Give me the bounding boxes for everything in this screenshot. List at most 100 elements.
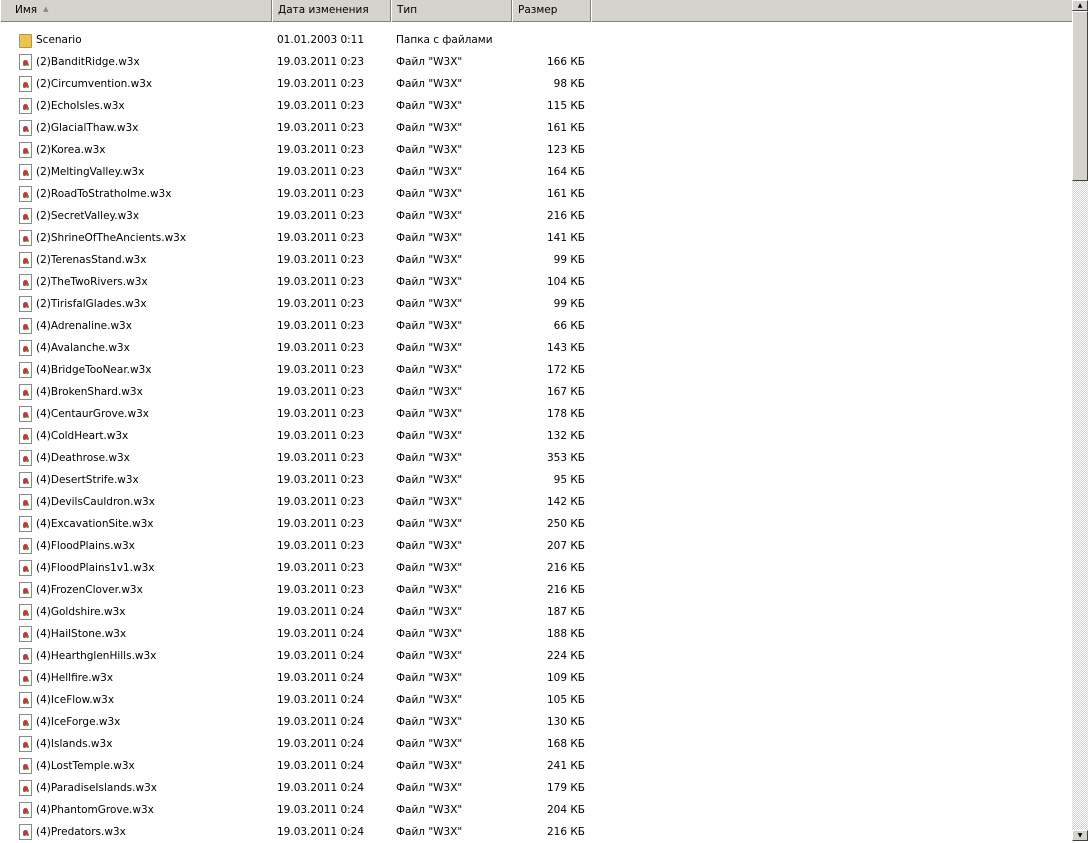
item-name: (4)ColdHeart.w3x — [36, 430, 129, 442]
file-row[interactable]: (4)DevilsCauldron.w3x 19.03.2011 0:23 Файл… — [0, 491, 1072, 513]
file-row[interactable]: (2)TheTwoRivers.w3x 19.03.2011 0:23 Файл "… — [0, 271, 1072, 293]
scroll-down-button[interactable]: ▼ — [1072, 830, 1088, 841]
file-row[interactable]: (2)ShrineOfTheAncients.w3x 19.03.2011 0:2… — [0, 227, 1072, 249]
date-cell: 19.03.2011 0:24 — [277, 650, 365, 662]
date-cell: 19.03.2011 0:24 — [277, 628, 365, 640]
size-cell: 161 КБ — [546, 122, 585, 134]
sort-ascending-icon: ▲ — [43, 5, 49, 13]
column-type-label: Тип — [397, 4, 418, 16]
map-file-icon — [19, 758, 32, 774]
map-file-icon — [19, 186, 32, 202]
map-file-icon — [19, 340, 32, 356]
name-cell: (4)DesertStrife.w3x — [0, 472, 272, 488]
item-name: (4)FloodPlains.w3x — [36, 540, 135, 552]
type-cell: Файл "W3X" — [396, 804, 463, 816]
file-row[interactable]: (4)HailStone.w3x 19.03.2011 0:24 Файл "W3X… — [0, 623, 1072, 645]
file-row[interactable]: (4)Adrenaline.w3x 19.03.2011 0:23 Файл "W3… — [0, 315, 1072, 337]
map-file-icon — [19, 164, 32, 180]
item-name: (4)LostTemple.w3x — [36, 760, 135, 772]
type-cell: Файл "W3X" — [396, 584, 463, 596]
map-file-icon — [19, 626, 32, 642]
map-file-icon — [19, 76, 32, 92]
name-cell: (2)SecretValley.w3x — [0, 208, 272, 224]
name-cell: (4)FloodPlains.w3x — [0, 538, 272, 554]
type-cell: Файл "W3X" — [396, 144, 463, 156]
map-file-icon — [19, 54, 32, 70]
file-row[interactable]: (4)ParadiseIslands.w3x 19.03.2011 0:24 Фай… — [0, 777, 1072, 799]
column-header-size[interactable]: Размер — [512, 0, 591, 22]
date-cell: 19.03.2011 0:23 — [277, 166, 365, 178]
item-name: (2)RoadToStratholme.w3x — [36, 188, 172, 200]
file-row[interactable]: (2)RoadToStratholme.w3x 19.03.2011 0:23 Фа… — [0, 183, 1072, 205]
type-cell: Файл "W3X" — [396, 430, 463, 442]
name-cell: (4)PhantomGrove.w3x — [0, 802, 272, 818]
scrollbar-thumb[interactable] — [1072, 11, 1088, 181]
name-cell: (2)MeltingValley.w3x — [0, 164, 272, 180]
file-row[interactable]: (4)Deathrose.w3x 19.03.2011 0:23 Файл "W3X… — [0, 447, 1072, 469]
file-row[interactable]: (2)BanditRidge.w3x 19.03.2011 0:23 Файл "W… — [0, 51, 1072, 73]
file-row[interactable]: (4)BridgeTooNear.w3x 19.03.2011 0:23 Файл … — [0, 359, 1072, 381]
file-row[interactable]: (2)SecretValley.w3x 19.03.2011 0:23 Файл "… — [0, 205, 1072, 227]
type-cell: Файл "W3X" — [396, 166, 463, 178]
file-row[interactable]: (4)Predators.w3x 19.03.2011 0:24 Файл "W3X… — [0, 821, 1072, 843]
size-cell: 250 КБ — [546, 518, 585, 530]
column-header-date[interactable]: Дата изменения — [272, 0, 391, 22]
file-row[interactable]: (2)GlacialThaw.w3x 19.03.2011 0:23 Файл "W… — [0, 117, 1072, 139]
size-cell: 216 КБ — [546, 562, 585, 574]
file-row[interactable]: (2)EchoIsles.w3x 19.03.2011 0:23 Файл "W3X… — [0, 95, 1072, 117]
file-row[interactable]: (4)Goldshire.w3x 19.03.2011 0:24 Файл "W3X… — [0, 601, 1072, 623]
file-row[interactable]: (2)Circumvention.w3x 19.03.2011 0:23 Файл … — [0, 73, 1072, 95]
item-name: (2)TirisfalGlades.w3x — [36, 298, 147, 310]
file-row[interactable]: (4)FrozenClover.w3x 19.03.2011 0:23 Файл "… — [0, 579, 1072, 601]
file-row[interactable]: (4)DesertStrife.w3x 19.03.2011 0:23 Файл "… — [0, 469, 1072, 491]
date-cell: 19.03.2011 0:24 — [277, 738, 365, 750]
size-cell: 168 КБ — [546, 738, 585, 750]
item-name: (2)ShrineOfTheAncients.w3x — [36, 232, 187, 244]
item-name: (4)Goldshire.w3x — [36, 606, 126, 618]
vertical-scrollbar[interactable]: ▲ ▼ — [1072, 0, 1088, 841]
column-header-type[interactable]: Тип — [391, 0, 512, 22]
file-row[interactable]: (2)TirisfalGlades.w3x 19.03.2011 0:23 Файл… — [0, 293, 1072, 315]
file-row[interactable]: (4)HearthglenHills.w3x 19.03.2011 0:24 Фай… — [0, 645, 1072, 667]
size-cell: 224 КБ — [546, 650, 585, 662]
item-name: (2)MeltingValley.w3x — [36, 166, 145, 178]
map-file-icon — [19, 582, 32, 598]
type-cell: Файл "W3X" — [396, 100, 463, 112]
file-row[interactable]: (4)FloodPlains.w3x 19.03.2011 0:23 Файл "W… — [0, 535, 1072, 557]
item-name: (4)FrozenClover.w3x — [36, 584, 143, 596]
file-row[interactable]: (4)IceFlow.w3x 19.03.2011 0:24 Файл "W3X" 1… — [0, 689, 1072, 711]
file-row[interactable]: (4)ExcavationSite.w3x 19.03.2011 0:23 Файл… — [0, 513, 1072, 535]
file-row[interactable]: (4)Avalanche.w3x 19.03.2011 0:23 Файл "W3X… — [0, 337, 1072, 359]
name-cell: (4)Hellfire.w3x — [0, 670, 272, 686]
column-header: Имя ▲ Дата изменения Тип Размер — [0, 0, 1072, 22]
size-cell: 123 КБ — [546, 144, 585, 156]
type-cell: Файл "W3X" — [396, 760, 463, 772]
date-cell: 19.03.2011 0:23 — [277, 452, 365, 464]
item-name: (4)IceForge.w3x — [36, 716, 121, 728]
size-cell: 98 КБ — [553, 78, 585, 90]
column-header-name[interactable]: Имя ▲ — [0, 0, 272, 22]
file-row[interactable]: (4)BrokenShard.w3x 19.03.2011 0:23 Файл "W… — [0, 381, 1072, 403]
file-row[interactable]: (4)IceForge.w3x 19.03.2011 0:24 Файл "W3X"… — [0, 711, 1072, 733]
size-cell: 216 КБ — [546, 584, 585, 596]
item-name: (4)Adrenaline.w3x — [36, 320, 132, 332]
file-row[interactable]: (2)MeltingValley.w3x 19.03.2011 0:23 Файл … — [0, 161, 1072, 183]
map-file-icon — [19, 98, 32, 114]
date-cell: 19.03.2011 0:23 — [277, 298, 365, 310]
file-row[interactable]: (2)TerenasStand.w3x 19.03.2011 0:23 Файл "… — [0, 249, 1072, 271]
name-cell: (4)Deathrose.w3x — [0, 450, 272, 466]
file-row[interactable]: (4)PhantomGrove.w3x 19.03.2011 0:24 Файл "… — [0, 799, 1072, 821]
type-cell: Файл "W3X" — [396, 210, 463, 222]
map-file-icon — [19, 384, 32, 400]
file-row[interactable]: (2)Korea.w3x 19.03.2011 0:23 Файл "W3X" 123… — [0, 139, 1072, 161]
file-row[interactable]: (4)Islands.w3x 19.03.2011 0:24 Файл "W3X" 1… — [0, 733, 1072, 755]
map-file-icon — [19, 428, 32, 444]
file-row[interactable]: (4)CentaurGrove.w3x 19.03.2011 0:23 Файл "… — [0, 403, 1072, 425]
file-row[interactable]: (4)Hellfire.w3x 19.03.2011 0:24 Файл "W3X"… — [0, 667, 1072, 689]
scroll-up-button[interactable]: ▲ — [1072, 0, 1088, 11]
file-row[interactable]: (4)LostTemple.w3x 19.03.2011 0:24 Файл "W3… — [0, 755, 1072, 777]
file-row[interactable]: (4)FloodPlains1v1.w3x 19.03.2011 0:23 Файл… — [0, 557, 1072, 579]
name-cell: (4)ColdHeart.w3x — [0, 428, 272, 444]
folder-row[interactable]: Scenario 01.01.2003 0:11 Папка с файлами — [0, 29, 1072, 51]
file-row[interactable]: (4)ColdHeart.w3x 19.03.2011 0:23 Файл "W3X… — [0, 425, 1072, 447]
